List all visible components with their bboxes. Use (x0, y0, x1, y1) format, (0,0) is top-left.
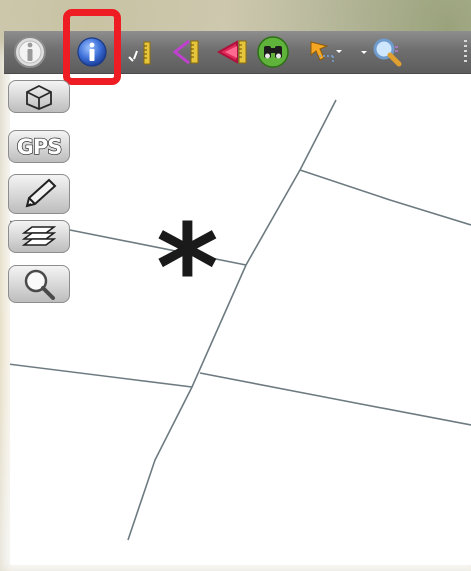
angle-measure-icon (172, 39, 199, 65)
road-line (10, 363, 193, 388)
ruler-icon (128, 41, 151, 65)
binoculars-icon (257, 36, 289, 68)
layers-button[interactable] (8, 220, 70, 253)
road-line (199, 372, 471, 426)
map-lines (10, 99, 471, 541)
zoom-to-button[interactable] (358, 35, 418, 69)
highlight-box (63, 9, 121, 85)
measure-area-button[interactable] (164, 35, 204, 69)
select-features-button[interactable] (304, 35, 346, 69)
road-line (299, 169, 471, 226)
3d-view-button[interactable] (8, 80, 70, 113)
angle-measure-red-icon (216, 40, 247, 64)
measure-line-button[interactable] (124, 35, 158, 69)
info-i-gray-icon (14, 36, 46, 68)
layers-icon (22, 225, 56, 246)
toolbar-grip[interactable] (464, 40, 467, 64)
map-tips-button[interactable] (254, 35, 292, 69)
magnifier-icon (361, 38, 402, 67)
magnifier-icon (24, 269, 55, 300)
gps-button[interactable]: GPS (8, 130, 70, 163)
select-cursor-icon (310, 41, 342, 64)
map-canvas[interactable] (10, 60, 471, 565)
gps-label: GPS (16, 134, 63, 159)
search-button[interactable] (8, 265, 70, 303)
cube-icon (26, 84, 52, 110)
measure-angle-button[interactable] (210, 35, 250, 69)
digitize-button[interactable] (8, 174, 70, 214)
asterisk-marker: * (156, 200, 219, 339)
identify-features-button[interactable] (12, 35, 48, 69)
pencil-icon (25, 178, 57, 208)
